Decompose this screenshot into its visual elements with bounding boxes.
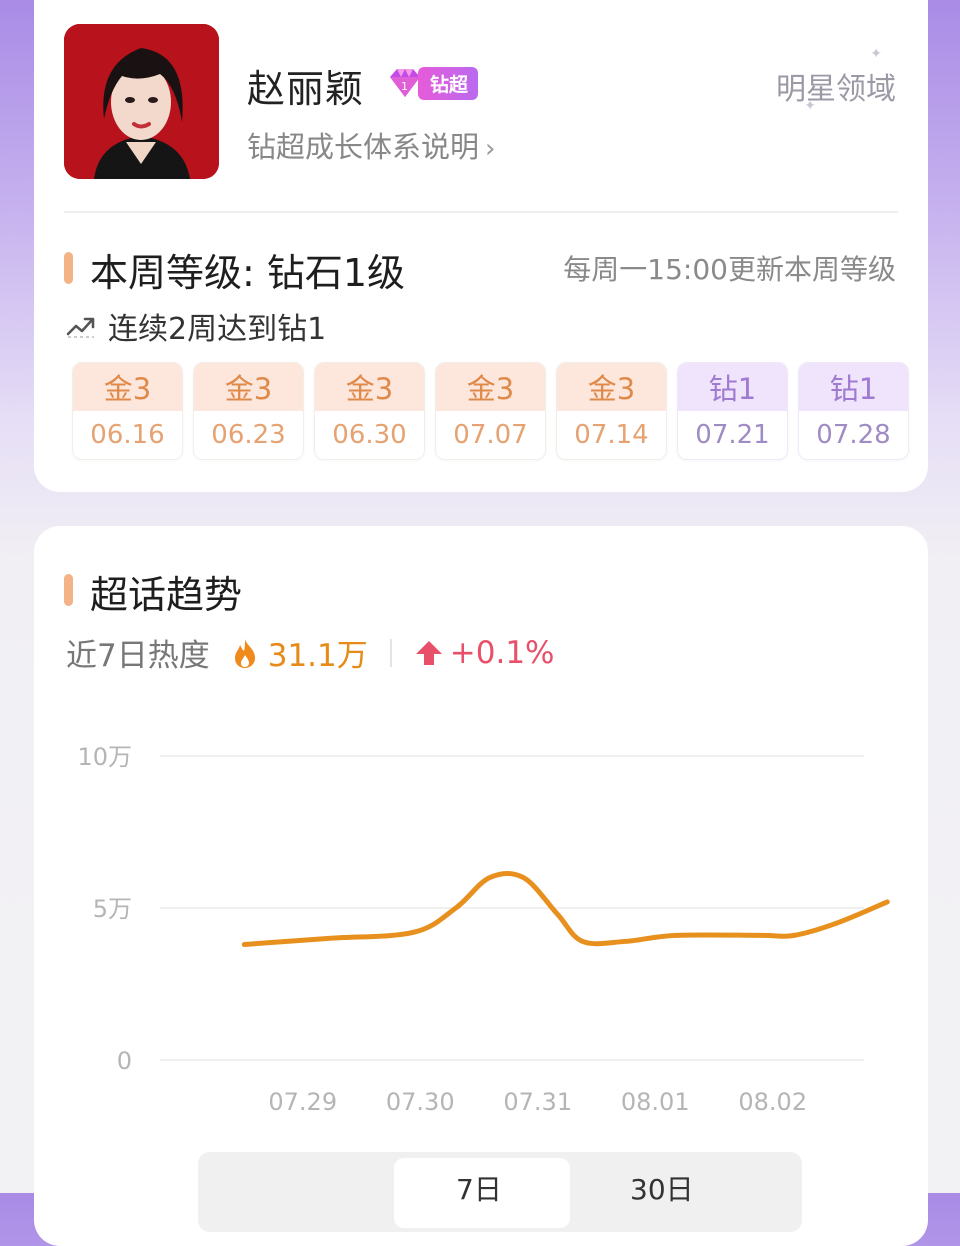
y-tick-label: 10万 (77, 743, 132, 771)
week-level: 金3 (315, 363, 424, 411)
weekly-level-list: 金3 06.16 金3 06.23 金3 06.30 金3 07.07 金3 0… (72, 362, 909, 460)
svg-text:1: 1 (401, 80, 408, 93)
growth-link-text: 钻超成长体系说明 (247, 130, 480, 164)
trend-card: 超话趋势 近7日热度 31.1万 +0.1% 10万 5万 0 07.29 07.30 0… (34, 526, 928, 1246)
y-tick-label: 0 (117, 1047, 132, 1075)
week-date: 06.23 (194, 411, 303, 459)
arrow-up-icon (415, 640, 442, 665)
week-date: 07.14 (557, 411, 666, 459)
week-level: 钻1 (678, 363, 787, 411)
week-level-item[interactable]: 钻1 07.28 (798, 362, 909, 460)
weekly-level-title: 本周等级: 钻石1级 (90, 251, 406, 295)
star-name: 赵丽颖 (247, 67, 365, 111)
growth-system-link[interactable]: 钻超成长体系说明 › (247, 124, 495, 166)
heat-summary: 近7日热度 31.1万 +0.1% (66, 630, 555, 675)
y-tick-label: 5万 (93, 895, 132, 923)
heat-change: +0.1% (449, 634, 555, 671)
avatar[interactable] (64, 24, 219, 179)
trend-line-chart: 10万 5万 0 07.29 07.30 07.31 08.01 08.02 (77, 743, 890, 1116)
week-level-item[interactable]: 金3 07.14 (556, 362, 667, 460)
x-tick-label: 07.31 (503, 1088, 572, 1116)
x-tick-label: 08.02 (738, 1088, 807, 1116)
week-date: 07.28 (799, 411, 908, 459)
week-level: 金3 (194, 363, 303, 411)
badge-label: 钻超 (418, 66, 479, 100)
trend-title: 超话趋势 (90, 573, 243, 617)
separator (389, 638, 392, 667)
diamond-super-badge: 1 钻超 (386, 66, 479, 100)
week-level-item[interactable]: 金3 06.16 (72, 362, 183, 460)
x-tick-label: 07.29 (268, 1088, 337, 1116)
week-level: 金3 (436, 363, 545, 411)
week-date: 07.21 (678, 411, 787, 459)
domain-label[interactable]: 明星领域 (776, 64, 896, 108)
range-option-7d[interactable]: 7日 (456, 1168, 502, 1208)
range-option-30d[interactable]: 30日 (630, 1168, 694, 1208)
sparkle-icon: ✦ (870, 46, 882, 62)
week-level: 金3 (557, 363, 666, 411)
streak-row: 连续2周达到钻1 (66, 304, 326, 348)
week-level-item[interactable]: 钻1 07.21 (677, 362, 788, 460)
section-marker (64, 252, 73, 284)
week-level-item[interactable]: 金3 06.30 (314, 362, 425, 460)
heat-label: 近7日热度 (66, 638, 210, 674)
update-note: 每周一15:00更新本周等级 (563, 253, 896, 286)
week-date: 07.07 (436, 411, 545, 459)
sparkle-icon: ✦ (804, 98, 816, 114)
week-level-item[interactable]: 金3 06.23 (193, 362, 304, 460)
week-level-item[interactable]: 金3 07.07 (435, 362, 546, 460)
range-selector: 7日 30日 (198, 1152, 802, 1232)
fire-icon (234, 638, 255, 668)
chevron-right-icon: › (485, 134, 496, 164)
week-level: 钻1 (799, 363, 908, 411)
section-marker (64, 574, 73, 606)
x-tick-label: 08.01 (621, 1088, 690, 1116)
week-level: 金3 (73, 363, 182, 411)
week-date: 06.16 (73, 411, 182, 459)
x-tick-label: 07.30 (386, 1088, 455, 1116)
trend-up-icon (66, 317, 95, 338)
heat-value: 31.1万 (267, 638, 368, 674)
streak-text: 连续2周达到钻1 (108, 312, 327, 347)
series-line (241, 870, 890, 947)
week-date: 06.30 (315, 411, 424, 459)
divider (64, 211, 898, 213)
profile-card: 赵丽颖 1 钻超 钻超成长体系说明 › 明星领域 ✦ ✦ 本周等级: 钻石1级 每… (34, 0, 928, 492)
